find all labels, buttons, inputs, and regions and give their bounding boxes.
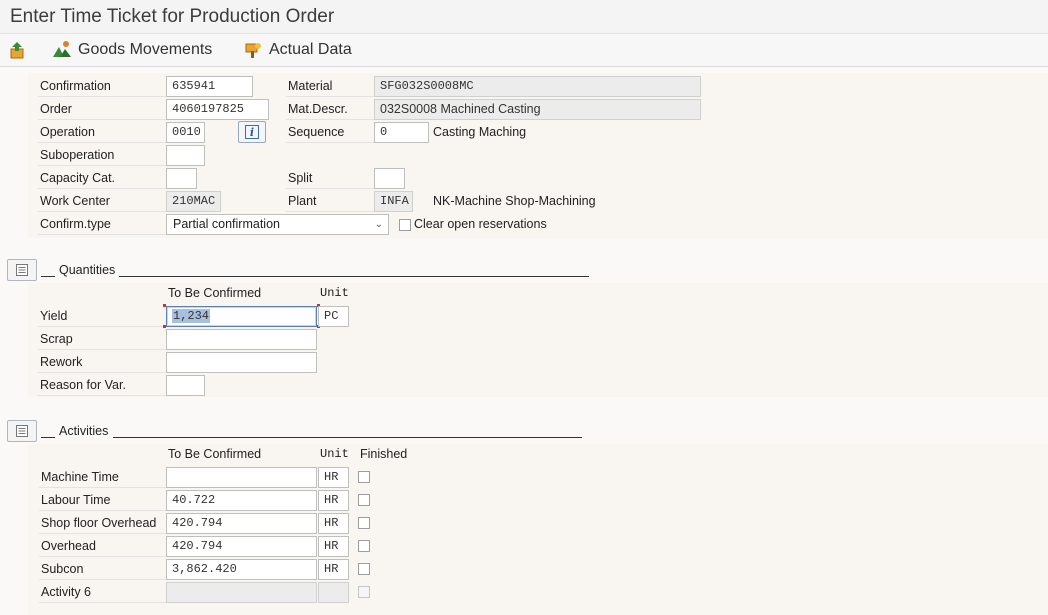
- split-field[interactable]: [374, 168, 405, 189]
- operation-info-button[interactable]: i: [238, 121, 266, 143]
- capacity-category-field[interactable]: [166, 168, 197, 189]
- activities-unit-header: Unit: [320, 447, 349, 461]
- export-button[interactable]: [8, 39, 28, 61]
- operation-label: Operation: [38, 121, 166, 143]
- activity-row-label: Subcon: [39, 558, 166, 580]
- activity-row-value-field[interactable]: 420.794: [166, 536, 317, 557]
- work-center-field: 210MAC: [166, 191, 221, 212]
- quantities-toggle-button[interactable]: [7, 259, 37, 281]
- activity-row-value-field[interactable]: 3,862.420: [166, 559, 317, 580]
- operation-field[interactable]: 0010: [166, 122, 205, 143]
- export-icon: [10, 42, 24, 59]
- capacity-category-label: Capacity Cat.: [38, 167, 166, 189]
- quantities-to-be-confirmed-header: To Be Confirmed: [168, 286, 262, 300]
- actual-data-icon: [245, 43, 261, 58]
- activity-finished-checkbox: [358, 586, 370, 598]
- confirmation-field[interactable]: 635941: [166, 76, 253, 97]
- suboperation-label: Suboperation: [38, 144, 166, 166]
- yield-field[interactable]: 1,234: [166, 306, 317, 327]
- scrap-field[interactable]: [166, 329, 317, 350]
- plant-field: INFA: [374, 191, 413, 212]
- activity-row-label: Activity 6: [39, 581, 166, 603]
- goods-movements-button[interactable]: Goods Movements: [52, 39, 212, 61]
- activity-row-unit-field[interactable]: HR: [318, 490, 349, 511]
- yield-unit-field[interactable]: PC: [318, 306, 349, 327]
- selection-handle: [163, 304, 166, 307]
- actual-data-button[interactable]: Actual Data: [243, 39, 352, 61]
- plant-label: Plant: [286, 190, 374, 212]
- activity-row-value-field[interactable]: [166, 467, 317, 488]
- title-bar: Enter Time Ticket for Production Order: [0, 0, 1048, 34]
- activity-row-unit-field[interactable]: HR: [318, 559, 349, 580]
- scrap-label: Scrap: [38, 328, 166, 350]
- sequence-label: Sequence: [286, 121, 374, 143]
- clear-reservations-checkbox[interactable]: [399, 219, 411, 231]
- activity-row-unit-field[interactable]: HR: [318, 513, 349, 534]
- work-center-label: Work Center: [38, 190, 166, 212]
- activity-row-unit-field[interactable]: HR: [318, 536, 349, 557]
- sequence-description: Casting Maching: [433, 125, 527, 139]
- plant-description: NK-Machine Shop-Machining: [433, 194, 596, 208]
- activity-row-unit-field: [318, 582, 349, 603]
- activity-row-label: Labour Time: [39, 489, 166, 511]
- confirm-type-dropdown[interactable]: Partial confirmation ⌄: [166, 214, 389, 235]
- material-description-field: 032S0008 Machined Casting: [374, 99, 701, 120]
- reason-for-variance-field[interactable]: [166, 375, 205, 396]
- collapse-section-icon: [16, 425, 28, 437]
- section-divider: [113, 437, 582, 438]
- rework-label: Rework: [38, 351, 166, 373]
- activity-finished-checkbox[interactable]: [358, 494, 370, 506]
- rework-field[interactable]: [166, 352, 317, 373]
- activity-finished-checkbox[interactable]: [358, 540, 370, 552]
- activities-toggle-button[interactable]: [7, 420, 37, 442]
- section-divider: [41, 437, 55, 438]
- order-label: Order: [38, 98, 166, 120]
- actual-data-label: Actual Data: [269, 41, 352, 58]
- confirmation-label: Confirmation: [38, 75, 166, 97]
- goods-movements-icon: [53, 41, 71, 57]
- window-title: Enter Time Ticket for Production Order: [10, 6, 335, 27]
- suboperation-field[interactable]: [166, 145, 205, 166]
- activities-title: Activities: [59, 424, 109, 438]
- activity-row-label: Overhead: [39, 535, 166, 557]
- section-divider: [41, 276, 55, 277]
- activities-to-be-confirmed-header: To Be Confirmed: [168, 447, 262, 461]
- activity-finished-checkbox[interactable]: [358, 517, 370, 529]
- activity-row-unit-field[interactable]: HR: [318, 467, 349, 488]
- chevron-down-icon: ⌄: [374, 219, 383, 230]
- activity-row-value-field[interactable]: 40.722: [166, 490, 317, 511]
- quantities-title: Quantities: [59, 263, 116, 277]
- confirm-type-label: Confirm.type: [38, 213, 166, 235]
- collapse-section-icon: [16, 264, 28, 276]
- section-divider: [119, 276, 589, 277]
- reason-for-variance-label: Reason for Var.: [38, 374, 166, 396]
- quantities-unit-header: Unit: [320, 286, 349, 300]
- activity-finished-checkbox[interactable]: [358, 471, 370, 483]
- activity-row-value-field[interactable]: 420.794: [166, 513, 317, 534]
- order-field[interactable]: 4060197825: [166, 99, 269, 120]
- activity-finished-checkbox[interactable]: [358, 563, 370, 575]
- material-description-label: Mat.Descr.: [286, 98, 374, 120]
- material-field: SFG032S0008MC: [374, 76, 701, 97]
- yield-label: Yield: [38, 305, 166, 327]
- split-label: Split: [286, 167, 374, 189]
- info-icon: i: [245, 125, 259, 139]
- application-toolbar: Goods Movements Actual Data: [0, 34, 1048, 67]
- clear-reservations-label: Clear open reservations: [414, 217, 547, 231]
- confirm-type-value: Partial confirmation: [173, 217, 280, 231]
- activity-row-value-field: [166, 582, 317, 603]
- activities-finished-header: Finished: [360, 447, 408, 461]
- activity-row-label: Machine Time: [39, 466, 166, 488]
- goods-movements-label: Goods Movements: [78, 41, 213, 58]
- activity-row-label: Shop floor Overhead: [39, 512, 166, 534]
- sequence-field[interactable]: 0: [374, 122, 429, 143]
- material-label: Material: [286, 75, 374, 97]
- yield-value: 1,234: [172, 309, 211, 323]
